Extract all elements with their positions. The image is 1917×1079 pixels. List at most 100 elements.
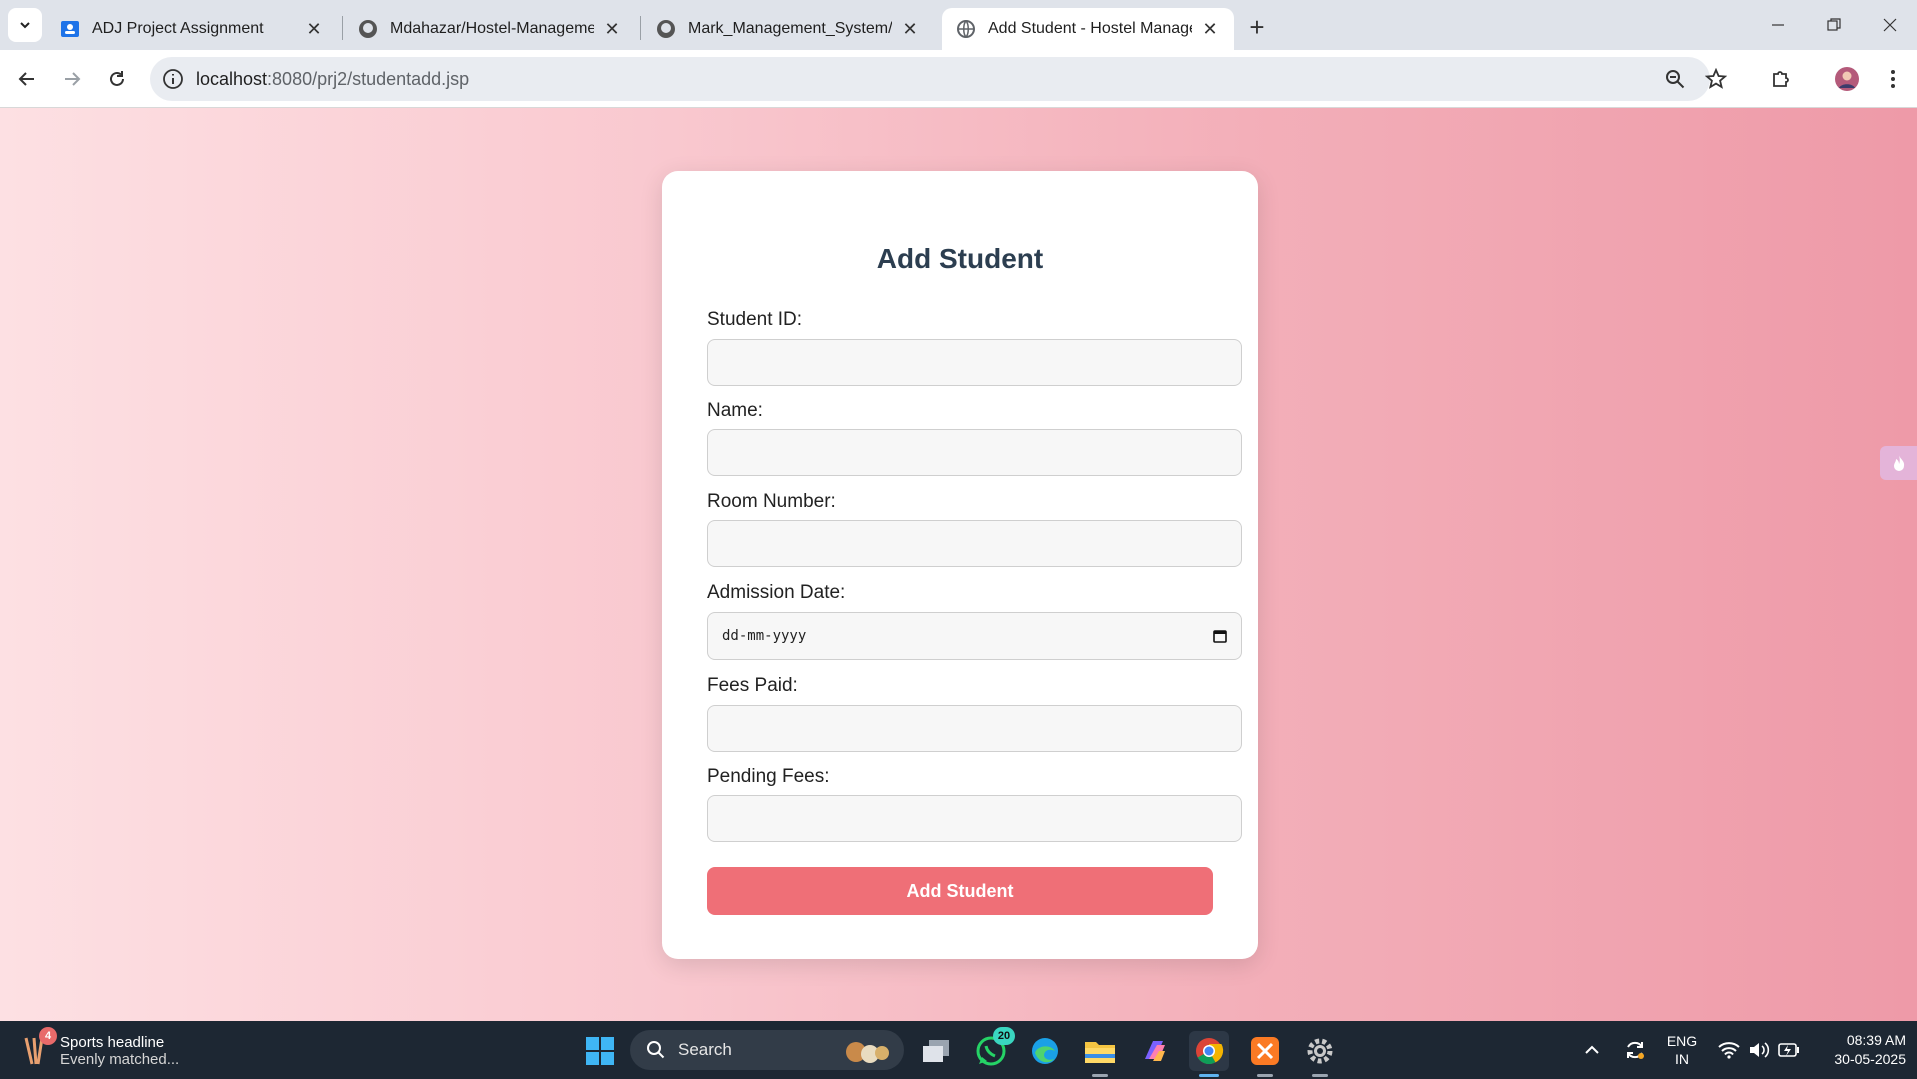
news-widget[interactable]: 4 Sports headline Evenly matched... — [22, 1027, 180, 1073]
clock[interactable]: 08:39 AM 30-05-2025 — [1812, 1021, 1906, 1079]
windows-logo-icon — [586, 1037, 614, 1065]
task-view-button[interactable] — [916, 1031, 956, 1071]
tab-hostel-management-repo[interactable]: Mdahazar/Hostel-Management ✕ — [344, 8, 636, 50]
copilot-button[interactable] — [1135, 1031, 1175, 1071]
google-classroom-icon — [60, 19, 80, 39]
tab-add-student[interactable]: Add Student - Hostel Managem ✕ — [942, 8, 1234, 50]
file-explorer-button[interactable] — [1080, 1031, 1120, 1077]
reload-icon — [110, 71, 124, 86]
close-tab-icon[interactable]: ✕ — [304, 19, 324, 39]
room-number-input[interactable] — [707, 520, 1242, 567]
xampp-button[interactable] — [1245, 1031, 1285, 1077]
close-tab-icon[interactable]: ✕ — [900, 19, 920, 39]
pending-fees-input[interactable] — [707, 795, 1242, 842]
url-text[interactable]: localhost:8080/prj2/studentadd.jsp — [196, 69, 469, 90]
copilot-icon — [1145, 1041, 1165, 1061]
search-icon — [647, 1041, 665, 1059]
chevron-up-icon — [1585, 1045, 1599, 1054]
taskbar-search[interactable]: Search — [630, 1030, 904, 1070]
close-icon — [1883, 18, 1897, 32]
sync-tray-button[interactable] — [1620, 1021, 1650, 1079]
extensions-button[interactable] — [1764, 62, 1798, 96]
fees-paid-input[interactable] — [707, 705, 1242, 752]
zoom-icon[interactable] — [1664, 68, 1686, 90]
room-number-label: Room Number: — [707, 491, 836, 512]
tab-search-button[interactable] — [8, 8, 42, 42]
arrow-left-icon — [18, 72, 34, 86]
address-bar[interactable]: localhost:8080/prj2/studentadd.jsp — [150, 57, 1727, 101]
forward-button[interactable] — [55, 62, 89, 96]
news-headline: Sports headline — [60, 1034, 165, 1051]
puzzle-icon — [1773, 71, 1789, 87]
calendar-icon[interactable] — [1213, 629, 1227, 643]
speaker-icon — [1750, 1042, 1770, 1058]
chrome-icon — [1196, 1038, 1224, 1065]
volume-button[interactable] — [1744, 1021, 1774, 1079]
name-input[interactable] — [707, 429, 1242, 476]
restore-icon — [1827, 18, 1841, 31]
tab-separator — [342, 16, 343, 40]
browser-toolbar: localhost:8080/prj2/studentadd.jsp — [0, 50, 1917, 108]
site-info-icon[interactable] — [162, 68, 184, 90]
github-icon — [656, 19, 676, 39]
minimize-icon — [1772, 24, 1784, 26]
edge-button[interactable] — [1025, 1031, 1065, 1071]
add-student-button[interactable]: Add Student — [707, 867, 1213, 915]
whatsapp-button[interactable]: 20 — [971, 1027, 1015, 1071]
running-indicator — [1257, 1074, 1273, 1077]
wifi-icon — [1718, 1042, 1740, 1059]
sync-icon — [1627, 1041, 1644, 1059]
github-icon — [358, 19, 378, 39]
news-badge: 4 — [39, 1027, 57, 1045]
language-indicator[interactable]: ENG IN — [1660, 1021, 1704, 1079]
fees-paid-label: Fees Paid: — [707, 675, 798, 696]
folder-icon — [1085, 1042, 1115, 1063]
close-window-button[interactable] — [1862, 8, 1917, 42]
running-indicator — [1092, 1074, 1108, 1077]
settings-button[interactable] — [1300, 1031, 1340, 1077]
tab-separator — [640, 16, 641, 40]
reload-button[interactable] — [100, 62, 134, 96]
battery-charging-icon — [1778, 1043, 1799, 1057]
minimize-button[interactable] — [1750, 8, 1806, 42]
whatsapp-badge: 20 — [993, 1027, 1015, 1045]
profile-avatar[interactable] — [1830, 62, 1864, 96]
task-view-icon — [923, 1040, 949, 1062]
page-viewport: Add Student Student ID: Name: Room Numbe… — [0, 108, 1917, 1021]
student-id-input[interactable] — [707, 339, 1242, 386]
active-indicator — [1199, 1074, 1219, 1077]
page-title: Add Student — [876, 243, 1044, 274]
xampp-icon — [1251, 1037, 1279, 1065]
avatar-icon — [1835, 67, 1859, 91]
close-tab-icon[interactable]: ✕ — [602, 19, 622, 39]
tab-mark-management-repo[interactable]: Mark_Management_System/out ✕ — [642, 8, 934, 50]
tab-adj-project[interactable]: ADJ Project Assignment ✕ — [46, 8, 338, 50]
flame-icon — [1893, 455, 1904, 471]
chrome-button[interactable] — [1189, 1031, 1229, 1077]
close-tab-icon[interactable]: ✕ — [1200, 19, 1220, 39]
admission-date-input[interactable]: dd-mm-yyyy — [707, 612, 1242, 660]
date-placeholder: dd-mm-yyyy — [722, 628, 807, 644]
search-highlight-image — [846, 1042, 889, 1063]
chevron-down-icon — [20, 22, 30, 29]
side-panel-toggle[interactable] — [1880, 446, 1917, 480]
clock-date: 30-05-2025 — [1834, 1051, 1906, 1067]
battery-button[interactable] — [1774, 1021, 1804, 1079]
pending-fees-label: Pending Fees: — [707, 766, 830, 787]
show-hidden-icons-button[interactable] — [1580, 1021, 1604, 1079]
running-indicator — [1312, 1074, 1328, 1077]
globe-icon — [956, 19, 976, 39]
name-label: Name: — [707, 400, 763, 421]
new-tab-button[interactable]: + — [1242, 12, 1272, 42]
gear-icon — [1307, 1038, 1333, 1064]
restore-button[interactable] — [1806, 8, 1862, 42]
clock-time: 08:39 AM — [1846, 1032, 1906, 1048]
add-student-card: Add Student Student ID: Name: Room Numbe… — [662, 171, 1258, 959]
news-subtitle: Evenly matched... — [60, 1051, 180, 1068]
browser-menu-button[interactable] — [1876, 62, 1910, 96]
back-button[interactable] — [10, 62, 44, 96]
start-button[interactable] — [580, 1031, 620, 1071]
wifi-button[interactable] — [1714, 1021, 1744, 1079]
windows-taskbar: 4 Sports headline Evenly matched... Sear… — [0, 1021, 1917, 1079]
bookmark-star-icon[interactable] — [1705, 68, 1727, 90]
